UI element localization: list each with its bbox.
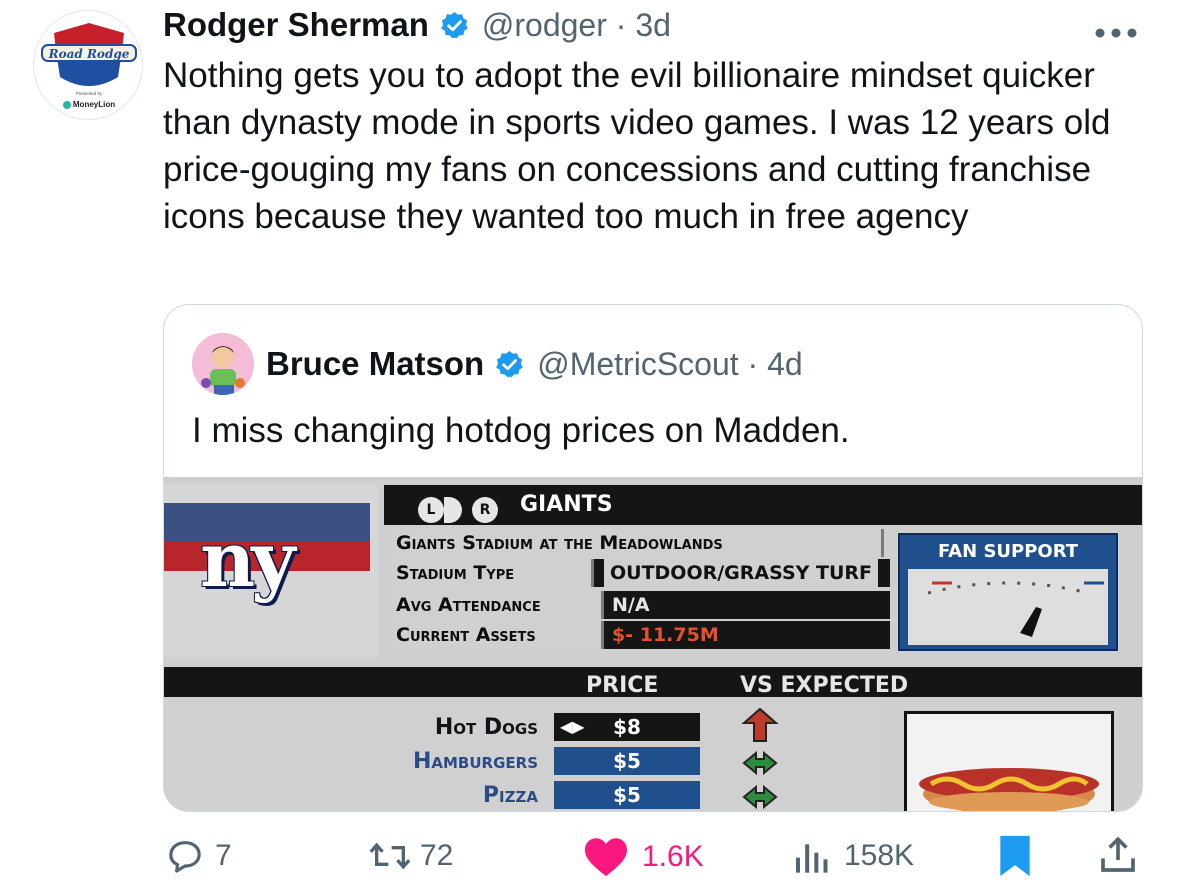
quoted-author-handle-time[interactable]: @MetricScout · 4d xyxy=(537,346,802,383)
quoted-author-avatar[interactable] xyxy=(192,333,254,395)
quoted-tweet-header: Bruce Matson @MetricScout · 4d xyxy=(192,333,803,395)
reply-button[interactable]: 7 xyxy=(165,836,232,876)
hot-dogs-price[interactable]: ◀▶ $8 xyxy=(554,713,700,741)
views-count: 158K xyxy=(844,839,915,872)
bookmark-icon xyxy=(1000,835,1030,877)
r-button-icon: R xyxy=(472,497,498,523)
item-hamburgers: Hamburgers xyxy=(412,749,538,774)
like-count: 1.6K xyxy=(642,840,704,873)
quoted-author-name[interactable]: Bruce Matson xyxy=(266,345,484,383)
madden-screenshot[interactable]: L R GIANTS ny Giants Stadium at the Mead… xyxy=(164,477,1142,811)
author-name[interactable]: Rodger Sherman xyxy=(163,6,429,44)
sponsor-text: MoneyLion xyxy=(73,100,115,109)
verified-badge-icon xyxy=(496,350,524,378)
quoted-tweet-text: I miss changing hotdog prices on Madden. xyxy=(192,411,850,450)
pizza-price[interactable]: $5 xyxy=(554,781,700,809)
stadium-type-label: Stadium Type xyxy=(390,559,594,587)
concessions-panel: Hot Dogs Hamburgers Pizza ◀▶ $8 $5 $5 xyxy=(164,697,884,811)
team-name: GIANTS xyxy=(520,492,613,517)
verified-badge-icon xyxy=(441,11,468,39)
author-avatar[interactable]: Road Rodge Presented by MoneyLion xyxy=(33,10,143,120)
hotdog-image xyxy=(904,711,1114,811)
views-button[interactable]: 158K xyxy=(790,836,914,876)
team-header-bar: L R GIANTS xyxy=(384,485,1142,525)
sponsor-small-text: Presented by xyxy=(76,91,103,96)
assets-row: Current Assets $- 11.75M xyxy=(390,621,890,649)
fan-support-gauge-icon xyxy=(908,569,1108,645)
share-button[interactable] xyxy=(1098,834,1138,881)
fan-support-panel: FAN SUPPORT xyxy=(898,533,1118,651)
price-column-header: PRICE xyxy=(586,673,659,698)
more-horizontal-icon[interactable] xyxy=(1093,14,1139,48)
logo-text: Road Rodge xyxy=(48,47,130,61)
heart-icon xyxy=(585,838,627,877)
reply-icon xyxy=(169,841,201,873)
tweet-text: Nothing gets you to adopt the evil billi… xyxy=(163,56,1111,236)
views-bar-chart-icon xyxy=(796,844,828,873)
attendance-label: Avg Attendance xyxy=(390,591,604,619)
l-button-icon: L xyxy=(418,497,444,523)
author-handle-time[interactable]: @rodger · 3d xyxy=(482,7,671,44)
team-logo-panel: ny xyxy=(164,485,378,657)
attendance-row: Avg Attendance N/A xyxy=(390,591,890,619)
price-arrows-icon[interactable]: ◀▶ xyxy=(560,713,585,741)
retweet-button[interactable]: 72 xyxy=(368,836,453,876)
stadium-type-value: OUTDOOR/GRASSY TURF xyxy=(604,559,879,587)
vs-expected-arrows-icon xyxy=(741,707,779,810)
retweet-count: 72 xyxy=(420,839,454,872)
like-button[interactable]: 1.6K xyxy=(582,836,704,878)
item-hot-dogs: Hot Dogs xyxy=(434,715,538,740)
quoted-tweet[interactable]: Bruce Matson @MetricScout · 4d I miss ch… xyxy=(163,304,1143,812)
attendance-value: N/A xyxy=(612,594,650,616)
road-rodge-logo: Road Rodge Presented by MoneyLion xyxy=(41,23,137,109)
stadium-name: Giants Stadium at the Meadowlands xyxy=(390,529,884,557)
item-pizza: Pizza xyxy=(482,783,538,808)
bookmark-button[interactable] xyxy=(998,834,1032,883)
assets-value: $- 11.75M xyxy=(612,624,719,646)
stadium-name-row: Giants Stadium at the Meadowlands xyxy=(390,529,884,557)
vs-expected-column-header: VS EXPECTED xyxy=(740,673,909,698)
fan-support-label: FAN SUPPORT xyxy=(937,541,1079,562)
assets-label: Current Assets xyxy=(390,621,604,649)
retweet-icon xyxy=(369,842,411,870)
tweet-header: Rodger Sherman @rodger · 3d xyxy=(163,4,671,46)
reply-count: 7 xyxy=(215,839,232,872)
share-icon xyxy=(1101,836,1135,872)
stadium-type-row: Stadium Type OUTDOOR/GRASSY TURF xyxy=(390,559,890,587)
hamburgers-price[interactable]: $5 xyxy=(554,747,700,775)
giants-ny-logo: ny xyxy=(200,515,295,604)
